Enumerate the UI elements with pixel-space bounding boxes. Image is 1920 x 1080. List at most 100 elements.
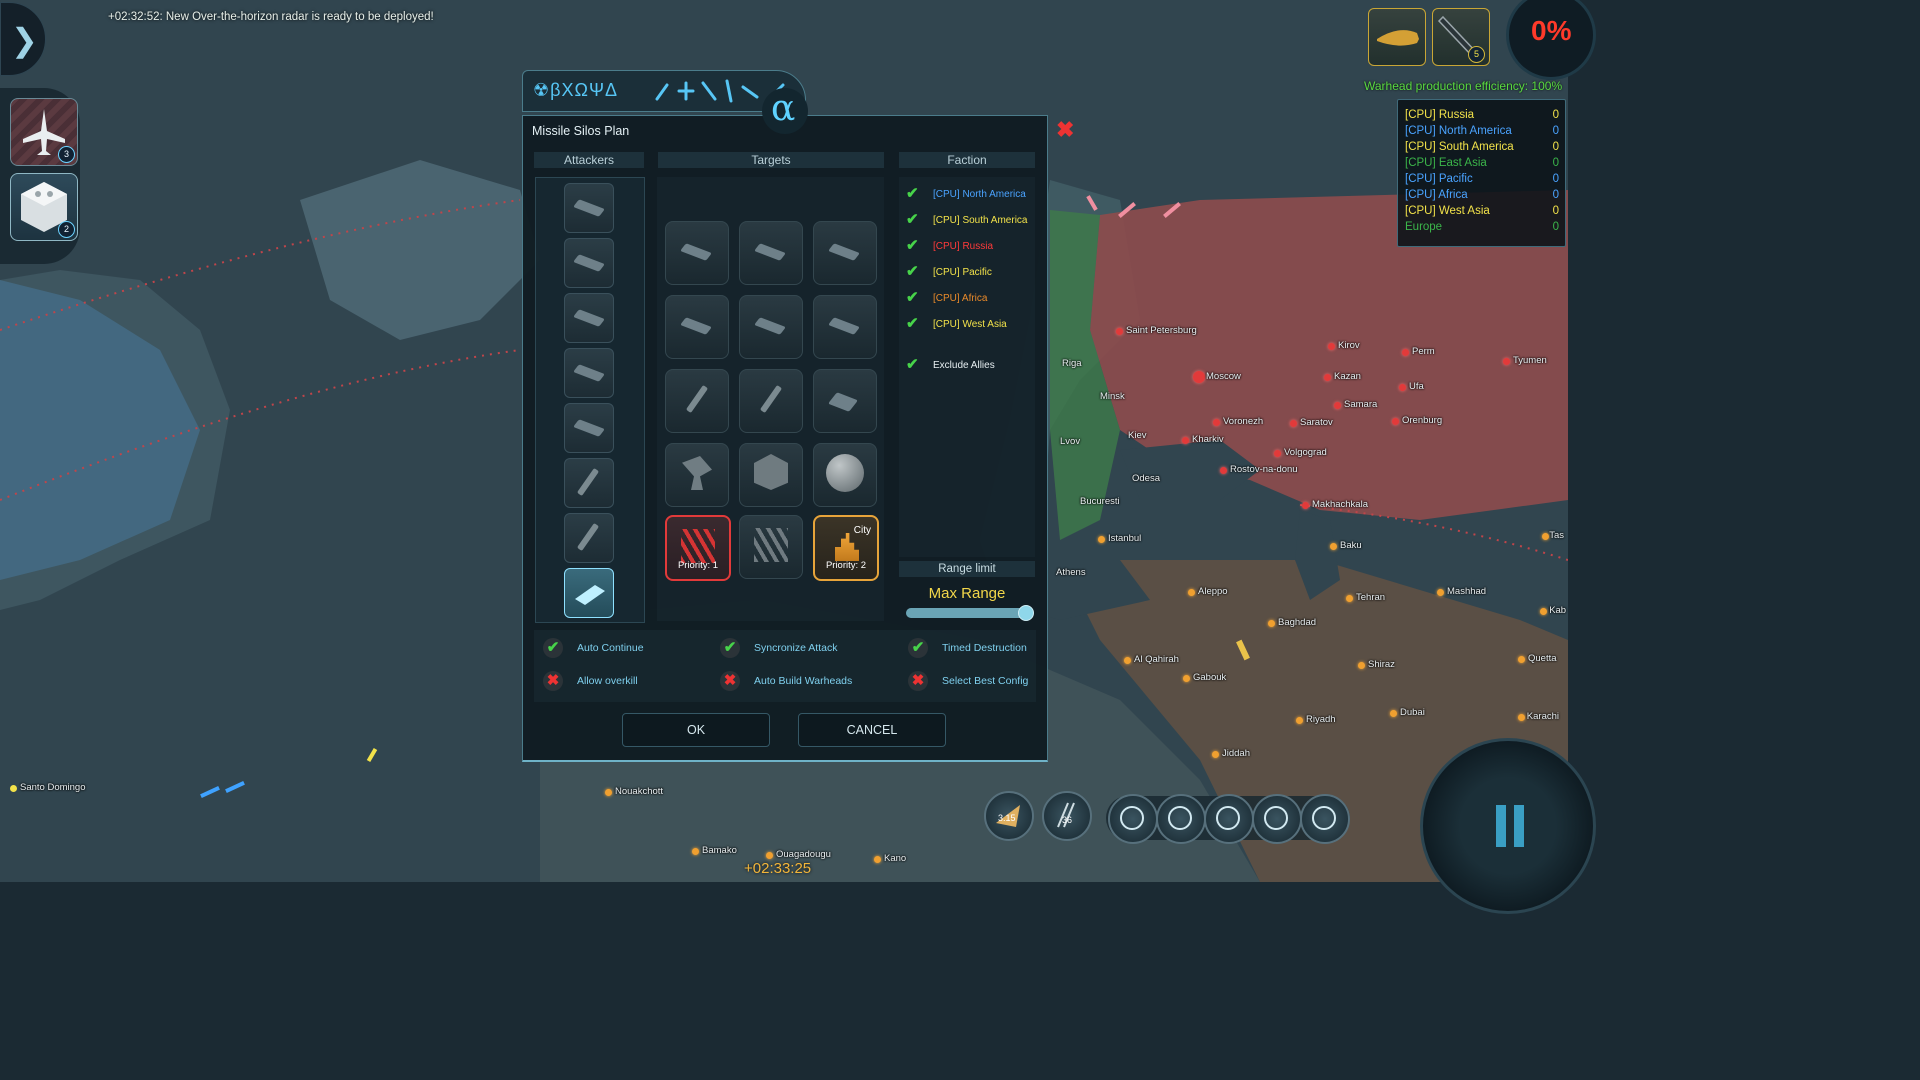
target-radar[interactable]	[665, 443, 729, 507]
target-carrier[interactable]	[813, 295, 877, 359]
city-marker[interactable]	[1390, 710, 1397, 717]
range-slider[interactable]	[906, 605, 1034, 621]
build-button[interactable]	[1156, 794, 1206, 844]
target-mobile-launcher[interactable]	[665, 369, 729, 433]
select-best-toggle[interactable]: ✖ Select Best Config	[908, 671, 1028, 691]
faction-south-america[interactable]: ✔ [CPU] South America	[906, 212, 1027, 228]
score-row: [CPU] Pacific 0	[1405, 173, 1559, 185]
city-marker[interactable]	[1518, 656, 1525, 663]
city-marker[interactable]	[1274, 450, 1281, 457]
city-marker[interactable]	[1518, 714, 1525, 721]
warhead-resource-card[interactable]: 5	[1432, 8, 1490, 66]
city-label: Riga	[1062, 358, 1082, 369]
city-marker[interactable]	[1124, 657, 1131, 664]
attacker-slot-carrier[interactable]	[564, 403, 614, 453]
city-marker[interactable]	[1358, 662, 1365, 669]
city-marker[interactable]	[1334, 402, 1341, 409]
city-marker[interactable]	[1296, 717, 1303, 724]
city-marker[interactable]	[1399, 384, 1406, 391]
faction-label: [CPU] Pacific	[933, 266, 992, 278]
sync-attack-toggle[interactable]: ✔ Syncronize Attack	[720, 638, 837, 658]
city-marker[interactable]	[1330, 543, 1337, 550]
score-faction-name: [CPU] East Asia	[1405, 157, 1487, 169]
ok-button[interactable]: OK	[622, 713, 770, 747]
attacker-slot-missile[interactable]	[564, 513, 614, 563]
city-marker[interactable]	[1402, 349, 1409, 356]
city-marker[interactable]	[1328, 343, 1335, 350]
city-marker[interactable]	[1213, 419, 1220, 426]
auto-build-toggle[interactable]: ✖ Auto Build Warheads	[720, 671, 852, 691]
faction-label: [CPU] Africa	[933, 292, 988, 304]
city-marker[interactable]	[1290, 420, 1297, 427]
timed-destruction-toggle[interactable]: ✔ Timed Destruction	[908, 638, 1027, 658]
attacker-slot-launcher[interactable]	[564, 458, 614, 508]
attacker-slot-frigate[interactable]	[564, 348, 614, 398]
target-submarine[interactable]	[739, 221, 803, 285]
radar-button[interactable]	[1204, 794, 1254, 844]
city-marker[interactable]	[692, 848, 699, 855]
range-slider-handle[interactable]	[1018, 605, 1034, 621]
pause-icon[interactable]	[1496, 805, 1530, 847]
fighter-card[interactable]: 3	[10, 98, 78, 166]
city-marker[interactable]	[766, 852, 773, 859]
target-dome[interactable]	[813, 443, 877, 507]
city-marker[interactable]	[1220, 467, 1227, 474]
city-marker[interactable]	[605, 789, 612, 796]
attacker-slot-destroyer[interactable]	[564, 293, 614, 343]
target-city-priority-2[interactable]: City Priority: 2	[813, 515, 879, 581]
allow-overkill-toggle[interactable]: ✖ Allow overkill	[543, 671, 638, 691]
target-cruiser[interactable]	[665, 221, 729, 285]
target-silo-building[interactable]	[739, 443, 803, 507]
city-label: Baghdad	[1278, 617, 1317, 628]
target-silos[interactable]	[739, 515, 803, 579]
city-label: Kano	[884, 853, 907, 864]
score-row: [CPU] North America 0	[1405, 125, 1559, 137]
city-marker[interactable]	[1542, 533, 1549, 540]
city-marker[interactable]	[1182, 437, 1189, 444]
faction-west-asia[interactable]: ✔ [CPU] West Asia	[906, 316, 1007, 332]
city-marker[interactable]	[874, 856, 881, 863]
target-silos-priority-1[interactable]: Priority: 1	[665, 515, 731, 581]
diplomacy-button[interactable]	[1108, 794, 1158, 844]
city-marker[interactable]	[1392, 418, 1399, 425]
silo-card[interactable]: 2	[10, 173, 78, 241]
exclude-allies-toggle[interactable]: ✔ Exclude Allies	[906, 357, 995, 373]
score-value: 0	[1552, 173, 1559, 185]
close-icon[interactable]: ✖	[1056, 117, 1074, 143]
city-marker[interactable]	[1212, 751, 1219, 758]
silo-launch-button[interactable]: 36	[1042, 791, 1092, 841]
target-destroyer[interactable]	[813, 221, 877, 285]
target-vehicle[interactable]	[813, 369, 877, 433]
city-marker[interactable]	[1188, 589, 1195, 596]
city-marker[interactable]	[1437, 589, 1444, 596]
score-value: 0	[1552, 109, 1559, 121]
city-marker[interactable]	[1098, 536, 1105, 543]
faction-russia[interactable]: ✔ [CPU] Russia	[906, 238, 993, 254]
auto-continue-toggle[interactable]: ✔ Auto Continue	[543, 638, 644, 658]
attacker-slot-submarine[interactable]	[564, 238, 614, 288]
target-corvette[interactable]	[739, 295, 803, 359]
city-marker[interactable]	[1183, 675, 1190, 682]
cancel-button[interactable]: CANCEL	[798, 713, 946, 747]
target-missile-launcher[interactable]	[739, 369, 803, 433]
city-marker[interactable]	[1193, 371, 1205, 383]
globe-button[interactable]	[1252, 794, 1302, 844]
city-marker[interactable]	[1503, 358, 1510, 365]
city-marker[interactable]	[1346, 595, 1353, 602]
faction-africa[interactable]: ✔ [CPU] Africa	[906, 290, 987, 306]
satellite-button[interactable]: 3.15	[984, 791, 1034, 841]
city-marker[interactable]	[1324, 374, 1331, 381]
attacker-slot-silo-selected[interactable]	[564, 568, 614, 618]
faction-north-america[interactable]: ✔ [CPU] North America	[906, 186, 1026, 202]
city-marker[interactable]	[1540, 608, 1547, 615]
missile-resource-card[interactable]	[1368, 8, 1426, 66]
city-marker[interactable]	[1302, 502, 1309, 509]
attacker-slot-cruiser[interactable]	[564, 183, 614, 233]
faction-pacific[interactable]: ✔ [CPU] Pacific	[906, 264, 992, 280]
city-marker[interactable]	[1268, 620, 1275, 627]
auto-build-label: Auto Build Warheads	[754, 675, 853, 687]
city-marker[interactable]	[10, 785, 17, 792]
city-marker[interactable]	[1116, 328, 1123, 335]
defense-button[interactable]	[1300, 794, 1350, 844]
target-frigate[interactable]	[665, 295, 729, 359]
